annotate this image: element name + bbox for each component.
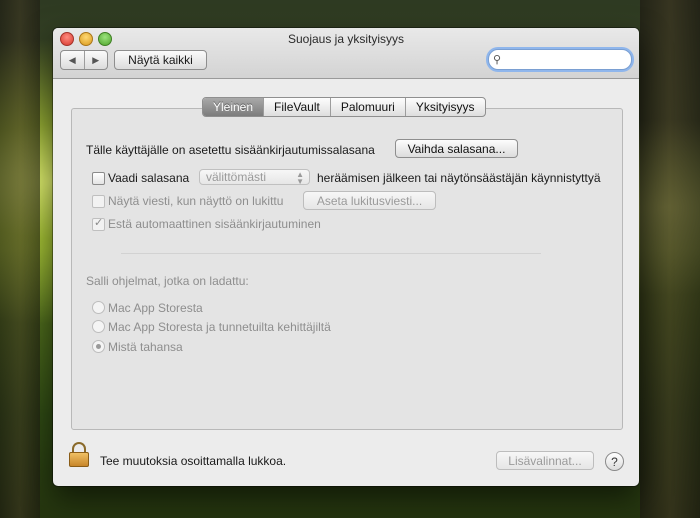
search-icon: ⚲ xyxy=(493,54,502,66)
forward-arrow-icon[interactable]: ▶ xyxy=(85,51,108,69)
disable-autologin-label: Estä automaattinen sisäänkirjautuminen xyxy=(108,217,321,231)
back-arrow-icon[interactable]: ◀ xyxy=(61,51,85,69)
show-message-checkbox[interactable] xyxy=(92,195,105,208)
tab-privacy[interactable]: Yksityisyys xyxy=(406,98,485,116)
background-tree-trunk xyxy=(640,0,700,518)
title-bar: Suojaus ja yksityisyys ◀ ▶ Näytä kaikki … xyxy=(53,28,639,79)
tab-general[interactable]: Yleinen xyxy=(203,98,265,116)
popup-arrows-icon: ▲ ▼ xyxy=(296,170,304,186)
after-sleep-text: heräämisen jälkeen tai näytönsäästäjän k… xyxy=(317,171,601,185)
change-password-button[interactable]: Vaihda salasana... xyxy=(395,139,518,158)
window-title: Suojaus ja yksityisyys xyxy=(287,32,405,46)
radio-mac-app-store-label: Mac App Storesta xyxy=(108,301,203,315)
show-message-label: Näytä viesti, kun näyttö on lukittu xyxy=(108,194,284,208)
tab-firewall[interactable]: Palomuuri xyxy=(331,98,406,116)
lock-icon[interactable] xyxy=(69,442,89,468)
help-button[interactable]: ? xyxy=(605,452,624,471)
search-field[interactable]: ⚲ xyxy=(488,49,632,70)
lock-hint-text: Tee muutoksia osoittamalla lukkoa. xyxy=(100,454,287,468)
radio-mac-app-store[interactable] xyxy=(92,301,105,314)
radio-anywhere-label: Mistä tahansa xyxy=(108,340,183,354)
require-password-label: Vaadi salasana xyxy=(108,171,190,185)
back-forward-control: ◀ ▶ xyxy=(60,50,108,70)
require-password-checkbox[interactable] xyxy=(92,172,105,185)
section-divider xyxy=(121,253,541,254)
set-lock-message-button[interactable]: Aseta lukitusviesti... xyxy=(303,191,436,210)
password-delay-value: välittömästi xyxy=(206,170,267,184)
tab-bar: Yleinen FileVault Palomuuri Yksityisyys xyxy=(202,97,486,117)
search-input[interactable] xyxy=(503,51,618,68)
preferences-window: Suojaus ja yksityisyys ◀ ▶ Näytä kaikki … xyxy=(53,28,639,486)
tab-filevault[interactable]: FileVault xyxy=(264,98,331,116)
radio-selected-dot xyxy=(96,344,101,349)
disable-autologin-checkbox[interactable]: ✓ xyxy=(92,217,105,231)
radio-app-store-identified-label: Mac App Storesta ja tunnetuilta kehittäj… xyxy=(108,320,331,334)
login-password-text: Tälle käyttäjälle on asetettu sisäänkirj… xyxy=(86,143,375,157)
show-all-button[interactable]: Näytä kaikki xyxy=(114,50,207,70)
allow-apps-heading: Salli ohjelmat, jotka on ladattu: xyxy=(86,274,249,288)
checkmark-icon: ✓ xyxy=(94,217,104,229)
advanced-button[interactable]: Lisävalinnat... xyxy=(496,451,594,470)
radio-app-store-identified[interactable] xyxy=(92,320,105,333)
radio-anywhere[interactable] xyxy=(92,340,105,353)
background-tree-trunk xyxy=(0,0,40,518)
password-delay-popup[interactable]: välittömästi ▲ ▼ xyxy=(199,169,310,186)
